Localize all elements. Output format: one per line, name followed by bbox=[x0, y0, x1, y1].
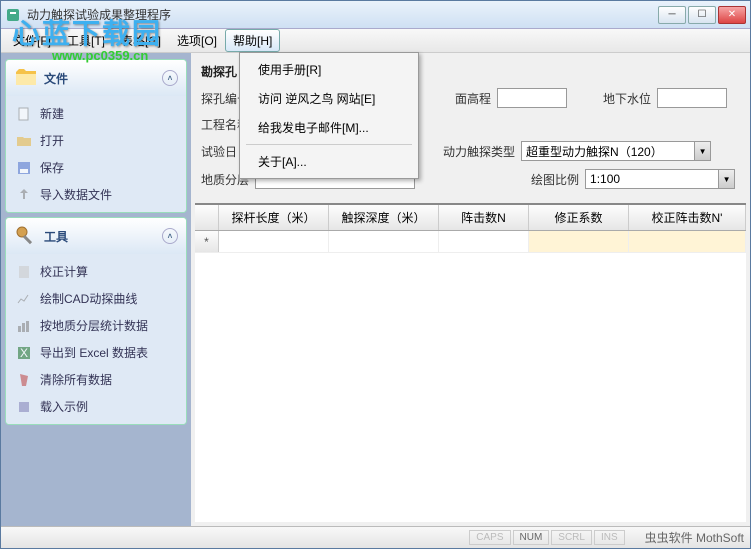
input-elev[interactable] bbox=[497, 88, 567, 108]
label-probetype: 动力触探类型 bbox=[443, 143, 515, 160]
open-icon bbox=[16, 133, 32, 149]
cell-highlighted[interactable] bbox=[529, 231, 629, 252]
help-website[interactable]: 访问 逆风之鸟 网站[E] bbox=[242, 84, 416, 113]
maximize-button[interactable]: ☐ bbox=[688, 6, 716, 24]
minimize-button[interactable]: ─ bbox=[658, 6, 686, 24]
save-icon bbox=[16, 160, 32, 176]
label-plotscale: 绘图比例 bbox=[531, 171, 579, 188]
row-selector-header[interactable] bbox=[195, 205, 219, 230]
col-blowcount[interactable]: 阵击数N bbox=[439, 205, 529, 230]
help-about[interactable]: 关于[A]... bbox=[242, 147, 416, 176]
app-icon bbox=[5, 7, 21, 23]
sidebar-item-cad[interactable]: 绘制CAD动探曲线 bbox=[8, 285, 184, 312]
grid-row-new[interactable]: * bbox=[195, 231, 746, 253]
label-groundwater: 地下水位 bbox=[603, 90, 651, 107]
chevron-up-icon[interactable]: ˄ bbox=[162, 228, 178, 244]
sidebar-item-save[interactable]: 保存 bbox=[8, 154, 184, 181]
dropdown-arrow-icon[interactable]: ▼ bbox=[694, 142, 710, 160]
sidebar-item-clear[interactable]: 清除所有数据 bbox=[8, 366, 184, 393]
sidebar-item-open[interactable]: 打开 bbox=[8, 127, 184, 154]
row-marker[interactable]: * bbox=[195, 231, 219, 252]
panel-tool-title: 工具 bbox=[44, 228, 68, 245]
panel-tool-header[interactable]: 工具 ˄ bbox=[6, 218, 186, 254]
status-caps: CAPS bbox=[469, 530, 510, 545]
stats-icon bbox=[16, 318, 32, 334]
chart-icon bbox=[16, 291, 32, 307]
label-elev: 面高程 bbox=[455, 90, 491, 107]
panel-file-header[interactable]: 文件 ˄ bbox=[6, 60, 186, 96]
close-button[interactable]: ✕ bbox=[718, 6, 746, 24]
window-title: 动力触探试验成果整理程序 bbox=[27, 6, 658, 23]
col-correction[interactable]: 修正系数 bbox=[529, 205, 629, 230]
menubar: 文件[F] 工具[T] 表格[G] 选项[O] 帮助[H] 使用手册[R] 访问… bbox=[1, 29, 750, 53]
clear-icon bbox=[16, 372, 32, 388]
new-icon bbox=[16, 106, 32, 122]
panel-file-title: 文件 bbox=[44, 70, 68, 87]
status-brand: 虫虫软件 MothSoft bbox=[645, 529, 744, 546]
help-email[interactable]: 给我发电子邮件[M]... bbox=[242, 113, 416, 142]
sample-icon bbox=[16, 399, 32, 415]
sidebar-item-excel[interactable]: X导出到 Excel 数据表 bbox=[8, 339, 184, 366]
col-corrected[interactable]: 校正阵击数N' bbox=[629, 205, 746, 230]
col-depth[interactable]: 触探深度（米） bbox=[329, 205, 439, 230]
sidebar-item-calc[interactable]: 校正计算 bbox=[8, 258, 184, 285]
sidebar: 文件 ˄ 新建 打开 保存 导入数据文件 工具 ˄ 校正计算 bbox=[1, 53, 191, 526]
import-icon bbox=[16, 187, 32, 203]
menu-table[interactable]: 表格[G] bbox=[113, 29, 169, 52]
excel-icon: X bbox=[16, 345, 32, 361]
statusbar: CAPS NUM SCRL INS 虫虫软件 MothSoft bbox=[1, 526, 750, 548]
help-dropdown: 使用手册[R] 访问 逆风之鸟 网站[E] 给我发电子邮件[M]... 关于[A… bbox=[239, 52, 419, 179]
menu-file[interactable]: 文件[F] bbox=[5, 29, 59, 52]
dropdown-arrow-icon[interactable]: ▼ bbox=[718, 170, 734, 188]
grid-header: 探杆长度（米） 触探深度（米） 阵击数N 修正系数 校正阵击数N' bbox=[195, 205, 746, 231]
status-scrl: SCRL bbox=[551, 530, 592, 545]
sidebar-item-sample[interactable]: 载入示例 bbox=[8, 393, 184, 420]
svg-text:X: X bbox=[20, 346, 28, 360]
chevron-up-icon[interactable]: ˄ bbox=[162, 70, 178, 86]
panel-tool: 工具 ˄ 校正计算 绘制CAD动探曲线 按地质分层统计数据 X导出到 Excel… bbox=[5, 217, 187, 425]
menu-help[interactable]: 帮助[H] bbox=[225, 29, 280, 52]
menu-separator bbox=[246, 144, 412, 145]
input-groundwater[interactable] bbox=[657, 88, 727, 108]
help-manual[interactable]: 使用手册[R] bbox=[242, 55, 416, 84]
menu-tool[interactable]: 工具[T] bbox=[59, 29, 113, 52]
status-ins: INS bbox=[594, 530, 625, 545]
label-testdate: 试验日 bbox=[201, 143, 237, 160]
titlebar: 动力触探试验成果整理程序 ─ ☐ ✕ bbox=[1, 1, 750, 29]
app-window: 动力触探试验成果整理程序 ─ ☐ ✕ 文件[F] 工具[T] 表格[G] 选项[… bbox=[0, 0, 751, 549]
data-grid[interactable]: 探杆长度（米） 触探深度（米） 阵击数N 修正系数 校正阵击数N' * bbox=[195, 203, 746, 522]
sidebar-item-stats[interactable]: 按地质分层统计数据 bbox=[8, 312, 184, 339]
status-num: NUM bbox=[513, 530, 550, 545]
combo-plotscale[interactable]: 1:100 ▼ bbox=[585, 169, 735, 189]
menu-option[interactable]: 选项[O] bbox=[169, 29, 225, 52]
sidebar-item-import[interactable]: 导入数据文件 bbox=[8, 181, 184, 208]
sidebar-item-new[interactable]: 新建 bbox=[8, 100, 184, 127]
combo-probetype[interactable]: 超重型动力触探N（120） ▼ bbox=[521, 141, 711, 161]
panel-file: 文件 ˄ 新建 打开 保存 导入数据文件 bbox=[5, 59, 187, 213]
col-rodlength[interactable]: 探杆长度（米） bbox=[219, 205, 329, 230]
folder-icon bbox=[14, 66, 38, 90]
calc-icon bbox=[16, 264, 32, 280]
cell-highlighted[interactable] bbox=[629, 231, 746, 252]
tool-icon bbox=[14, 224, 38, 248]
